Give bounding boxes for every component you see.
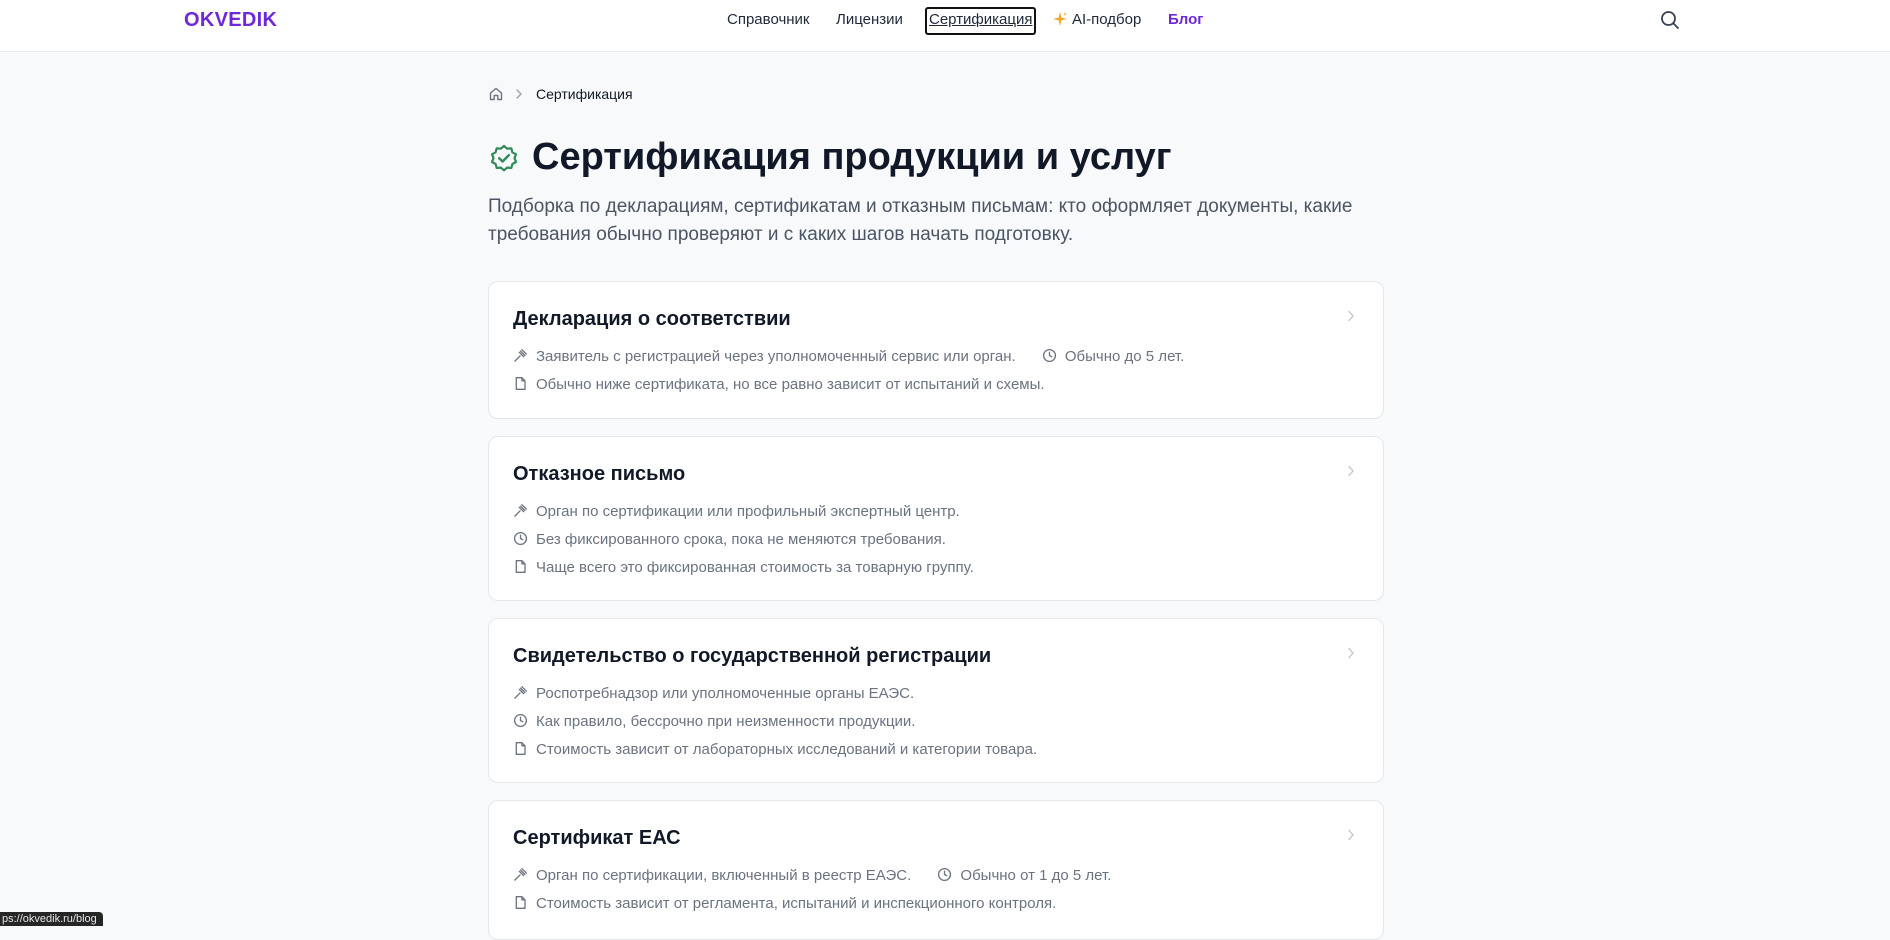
- meta-text: Роспотребнадзор или уполномоченные орган…: [536, 685, 915, 702]
- meta-text: Обычно до 5 лет.: [1064, 348, 1185, 365]
- card-declaration[interactable]: Декларация о соответствии Заявитель с ре…: [488, 281, 1384, 419]
- meta-issuer: Заявитель с регистрацией через уполномоч…: [513, 347, 1016, 367]
- card-meta-row: Роспотребнадзор или уполномоченные орган…: [513, 684, 936, 704]
- clock-icon: [513, 713, 528, 728]
- document-icon: [515, 560, 526, 573]
- card-meta-row: Как правило, бессрочно при неизменности …: [513, 712, 937, 732]
- card-meta-row: Заявитель с регистрацией через уполномоч…: [513, 347, 1206, 367]
- meta-text: Орган по сертификации или профильный экс…: [536, 503, 960, 520]
- meta-text: Обычно ниже сертификата, но все равно за…: [536, 376, 1045, 393]
- nav-item-blog[interactable]: Блог: [1168, 8, 1204, 32]
- breadcrumb-current: Сертификация: [536, 86, 633, 102]
- meta-text: Заявитель с регистрацией через уполномоч…: [536, 348, 1016, 365]
- search-icon[interactable]: [1660, 10, 1680, 30]
- meta-issuer: Роспотребнадзор или уполномоченные орган…: [513, 684, 914, 704]
- meta-cost: Стоимость зависит от регламента, испытан…: [513, 894, 1056, 914]
- clock-icon: [938, 867, 952, 882]
- card-meta-row: Чаще всего это фиксированная стоимость з…: [513, 558, 996, 578]
- meta-text: Орган по сертификации, включенный в реес…: [536, 867, 912, 884]
- meta-text: Стоимость зависит от регламента, испытан…: [536, 895, 1057, 912]
- meta-cost: Обычно ниже сертификата, но все равно за…: [513, 375, 1045, 395]
- meta-term: Обычно до 5 лет.: [1042, 347, 1184, 367]
- card-meta-row: Стоимость зависит от регламента, испытан…: [513, 894, 1078, 914]
- page-subtitle: Подборка по декларациям, сертификатам и …: [488, 196, 1353, 245]
- meta-term: Обычно от 1 до 5 лет.: [937, 866, 1111, 886]
- meta-issuer: Орган по сертификации или профильный экс…: [513, 502, 960, 522]
- meta-issuer: Орган по сертификации, включенный в реес…: [513, 866, 911, 886]
- home-icon[interactable]: [488, 86, 504, 102]
- document-icon: [515, 377, 526, 390]
- meta-text: Как правило, бессрочно при неизменности …: [536, 713, 916, 730]
- sparkle-icon: [1053, 11, 1067, 26]
- gavel-icon: [514, 349, 527, 362]
- card-title: Отказное письмо: [513, 463, 686, 485]
- gavel-icon: [514, 868, 527, 881]
- card-refusal-letter[interactable]: Отказное письмо Орган по сертификации ил…: [488, 436, 1384, 601]
- gavel-icon: [514, 504, 527, 517]
- gavel-icon: [514, 686, 527, 699]
- card-state-registration[interactable]: Свидетельство о государственной регистра…: [488, 618, 1384, 783]
- nav-item-licenses[interactable]: Лицензии: [836, 8, 903, 32]
- meta-cost: Стоимость зависит от лабораторных исслед…: [513, 740, 1037, 760]
- chevron-right-icon: [1348, 465, 1354, 477]
- card-eac-certificate[interactable]: Сертификат ЕАС Орган по сертификации, вк…: [488, 800, 1384, 940]
- document-icon: [515, 742, 526, 755]
- clock-icon: [513, 531, 528, 546]
- nav-item-ai-label: AI-подбор: [1072, 11, 1142, 28]
- chevron-right-icon: [1348, 829, 1354, 841]
- chevron-right-icon: [1348, 310, 1354, 322]
- nav-item-certification[interactable]: Сертификация: [925, 7, 1037, 35]
- document-icon: [515, 896, 526, 909]
- nav-item-ai-selection[interactable]: AI-подбор: [1052, 8, 1141, 32]
- meta-cost: Чаще всего это фиксированная стоимость з…: [513, 558, 974, 578]
- chevron-right-icon: [516, 89, 522, 99]
- site-logo[interactable]: OKVEDIK: [184, 9, 277, 32]
- page-title: Сертификация продукции и услуг: [532, 136, 1172, 178]
- card-title: Декларация о соответствии: [513, 308, 791, 330]
- meta-text: Обычно от 1 до 5 лет.: [960, 867, 1112, 884]
- clock-icon: [1042, 348, 1056, 363]
- meta-text: Чаще всего это фиксированная стоимость з…: [536, 559, 974, 576]
- nav-item-reference[interactable]: Справочник: [727, 8, 810, 32]
- meta-text: Без фиксированного срока, пока не меняют…: [536, 531, 946, 548]
- meta-term: Без фиксированного срока, пока не меняют…: [513, 530, 946, 550]
- card-meta-row: Обычно ниже сертификата, но все равно за…: [513, 375, 1067, 395]
- card-title: Свидетельство о государственной регистра…: [513, 645, 992, 667]
- meta-text: Стоимость зависит от лабораторных исслед…: [536, 741, 1038, 758]
- chevron-right-icon: [1348, 647, 1354, 659]
- meta-term: Как правило, бессрочно при неизменности …: [513, 712, 915, 732]
- card-meta-row: Без фиксированного срока, пока не меняют…: [513, 530, 968, 550]
- site-header: OKVEDIK Справочник Лицензии Сертификация…: [0, 0, 1890, 52]
- card-meta-row: Стоимость зависит от лабораторных исслед…: [513, 740, 1059, 760]
- badge-check-icon: [490, 144, 518, 172]
- card-meta-row: Орган по сертификации, включенный в реес…: [513, 866, 1133, 886]
- card-meta-row: Орган по сертификации или профильный экс…: [513, 502, 982, 522]
- card-title: Сертификат ЕАС: [513, 827, 681, 849]
